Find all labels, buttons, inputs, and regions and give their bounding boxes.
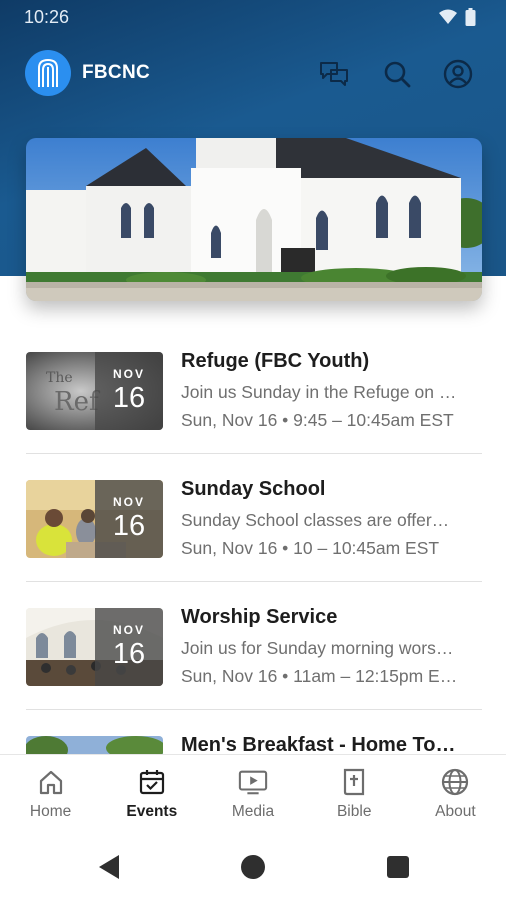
status-bar: 10:26: [0, 0, 506, 34]
date-badge: NOV 16: [95, 608, 163, 686]
event-time: Sun, Nov 16 • 11am – 12:15pm E…: [181, 666, 458, 686]
nav-label: Home: [29, 803, 72, 820]
nav-item-events[interactable]: Events: [101, 755, 202, 832]
list-item[interactable]: Men's Breakfast - Home To…: [26, 710, 482, 754]
event-description: Join us for Sunday morning wors…: [181, 638, 454, 658]
recents-icon[interactable]: [383, 852, 413, 882]
media-icon: [238, 767, 268, 797]
nav-item-media[interactable]: Media: [202, 755, 303, 832]
church-logo-icon[interactable]: [25, 50, 71, 96]
nav-item-bible[interactable]: Bible: [304, 755, 405, 832]
nav-label: Bible: [336, 803, 372, 820]
status-icons: [439, 8, 476, 31]
bottom-navigation: Home Events Media Bible About: [0, 754, 506, 832]
badge-month: NOV: [112, 367, 145, 381]
list-item[interactable]: NOV 16 Sunday School Sunday School class…: [26, 454, 482, 582]
battery-icon: [465, 8, 476, 31]
app-top-bar: FBCNC: [0, 48, 506, 100]
event-time: Sun, Nov 16 • 10 – 10:45am EST: [181, 538, 440, 558]
event-title: Sunday School: [181, 478, 326, 500]
event-thumbnail: NOV 16: [26, 608, 163, 686]
calendar-icon: [137, 767, 167, 797]
globe-icon: [440, 767, 470, 797]
chat-icon[interactable]: [318, 58, 350, 90]
svg-text:Ref: Ref: [54, 387, 101, 417]
event-thumbnail: NOV 16: [26, 480, 163, 558]
back-icon[interactable]: [94, 852, 124, 882]
date-badge: NOV 16: [95, 480, 163, 558]
account-icon[interactable]: [442, 58, 474, 90]
event-time: Sun, Nov 16 • 9:45 – 10:45am EST: [181, 410, 454, 430]
event-description: Sunday School classes are offer…: [181, 510, 450, 530]
wifi-icon: [439, 9, 457, 30]
badge-day: 16: [112, 510, 146, 542]
event-title: Worship Service: [181, 606, 338, 628]
nav-label: About: [435, 803, 476, 820]
date-badge: NOV 16: [95, 352, 163, 430]
app-title: FBCNC: [82, 62, 150, 83]
bible-icon: [339, 767, 369, 797]
church-hero-image[interactable]: [26, 138, 482, 301]
list-item[interactable]: The Ref NOV 16 Refuge (FBC Youth) Join u…: [26, 326, 482, 454]
nav-item-about[interactable]: About: [405, 755, 506, 832]
home-circle-icon[interactable]: [238, 852, 268, 882]
search-icon[interactable]: [381, 58, 413, 90]
system-navigation-bar: [0, 832, 506, 900]
event-title: Refuge (FBC Youth): [181, 350, 370, 372]
home-icon: [36, 767, 66, 797]
status-time: 10:26: [24, 7, 70, 27]
svg-text:The: The: [46, 370, 73, 386]
event-thumbnail: [26, 736, 163, 754]
nav-label: Events: [126, 803, 178, 820]
badge-day: 16: [112, 638, 146, 670]
badge-day: 16: [112, 382, 146, 414]
nav-item-home[interactable]: Home: [0, 755, 101, 832]
event-title: Men's Breakfast - Home To…: [181, 734, 456, 754]
list-item[interactable]: NOV 16 Worship Service Join us for Sunda…: [26, 582, 482, 710]
event-description: Join us Sunday in the Refuge on …: [181, 382, 457, 402]
badge-month: NOV: [112, 495, 145, 509]
event-list[interactable]: The Ref NOV 16 Refuge (FBC Youth) Join u…: [0, 326, 506, 754]
event-thumbnail: The Ref NOV 16: [26, 352, 163, 430]
badge-month: NOV: [112, 623, 145, 637]
nav-label: Media: [231, 803, 275, 820]
